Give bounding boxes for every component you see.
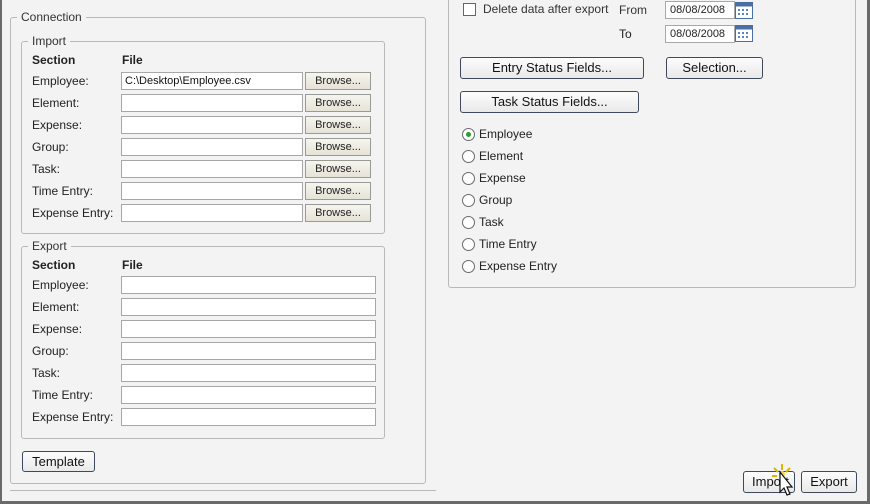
export-file-field[interactable]: [121, 276, 376, 294]
from-label: From: [619, 3, 647, 17]
export-type-radio-option[interactable]: Expense: [462, 171, 602, 187]
import-browse-button[interactable]: Browse...: [305, 182, 371, 200]
export-section-header: Section: [32, 258, 76, 272]
to-calendar-icon[interactable]: [735, 25, 753, 42]
radio-option-label: Expense Entry: [479, 259, 558, 273]
import-browse-button[interactable]: Browse...: [305, 72, 371, 90]
import-row-label: Group:: [32, 140, 69, 154]
export-file-field[interactable]: [121, 386, 376, 404]
export-row-label: Time Entry:: [32, 388, 93, 402]
export-row-label: Task:: [32, 366, 61, 380]
import-file-field[interactable]: [121, 182, 303, 200]
template-button[interactable]: Template: [22, 451, 95, 472]
export-row-label: Expense:: [32, 322, 83, 336]
connection-legend: Connection: [21, 10, 82, 24]
radio-option-label: Expense: [479, 171, 526, 185]
radio-option-label: Time Entry: [479, 237, 537, 251]
import-section-header: Section: [32, 53, 76, 67]
export-row-label: Group:: [32, 344, 69, 358]
import-row-label: Employee:: [32, 74, 89, 88]
radio-unselected-icon[interactable]: [462, 150, 475, 163]
export-type-radio-option[interactable]: Task: [462, 215, 602, 231]
to-date-field[interactable]: 08/08/2008: [665, 25, 735, 43]
from-date-field[interactable]: 08/08/2008: [665, 1, 735, 19]
radio-unselected-icon[interactable]: [462, 172, 475, 185]
delete-after-export-label: Delete data after export: [483, 2, 609, 16]
import-browse-button[interactable]: Browse...: [305, 116, 371, 134]
export-row-label: Employee:: [32, 278, 89, 292]
import-file-header: File: [122, 53, 143, 67]
radio-option-label: Group: [479, 193, 513, 207]
delete-after-export-checkbox[interactable]: [463, 3, 476, 16]
radio-option-label: Employee: [479, 127, 533, 141]
import-file-field[interactable]: [121, 94, 303, 112]
export-button[interactable]: Export: [801, 471, 857, 493]
import-browse-button[interactable]: Browse...: [305, 138, 371, 156]
import-file-field[interactable]: [121, 116, 303, 134]
task-status-fields-button[interactable]: Task Status Fields...: [460, 91, 639, 113]
export-legend: Export: [32, 239, 67, 253]
import-row-label: Element:: [32, 96, 80, 110]
entry-status-fields-button[interactable]: Entry Status Fields...: [460, 57, 644, 79]
import-browse-button[interactable]: Browse...: [305, 204, 371, 222]
radio-unselected-icon[interactable]: [462, 260, 475, 273]
import-file-field[interactable]: [121, 160, 303, 178]
radio-selected-icon[interactable]: [462, 128, 475, 141]
export-file-field[interactable]: [121, 320, 376, 338]
export-row-label: Element:: [32, 300, 80, 314]
import-file-field[interactable]: C:\Desktop\Employee.csv: [121, 72, 303, 90]
export-type-radio-option[interactable]: Employee: [462, 127, 602, 143]
from-calendar-icon[interactable]: [735, 2, 753, 19]
export-file-header: File: [122, 258, 143, 272]
export-file-field[interactable]: [121, 342, 376, 360]
radio-unselected-icon[interactable]: [462, 194, 475, 207]
radio-option-label: Element: [479, 149, 524, 163]
export-file-field[interactable]: [121, 364, 376, 382]
export-type-radio-option[interactable]: Element: [462, 149, 602, 165]
export-type-radio-option[interactable]: Time Entry: [462, 237, 602, 253]
import-browse-button[interactable]: Browse...: [305, 94, 371, 112]
export-type-radio-option[interactable]: Expense Entry: [462, 259, 602, 275]
import-row-label: Expense Entry:: [32, 206, 114, 220]
export-file-field[interactable]: [121, 408, 376, 426]
selection-button[interactable]: Selection...: [666, 57, 763, 79]
connection-bottom-line: [10, 490, 436, 491]
export-row-label: Expense Entry:: [32, 410, 114, 424]
radio-option-label: Task: [479, 215, 504, 229]
export-type-radio-option[interactable]: Group: [462, 193, 602, 209]
import-row-label: Expense:: [32, 118, 83, 132]
mouse-cursor-icon: [766, 462, 798, 498]
to-label: To: [619, 27, 632, 41]
import-row-label: Task:: [32, 162, 61, 176]
import-file-field[interactable]: [121, 138, 303, 156]
import-legend: Import: [32, 34, 67, 48]
import-file-field[interactable]: [121, 204, 303, 222]
radio-unselected-icon[interactable]: [462, 238, 475, 251]
import-row-label: Time Entry:: [32, 184, 93, 198]
radio-unselected-icon[interactable]: [462, 216, 475, 229]
export-file-field[interactable]: [121, 298, 376, 316]
import-browse-button[interactable]: Browse...: [305, 160, 371, 178]
